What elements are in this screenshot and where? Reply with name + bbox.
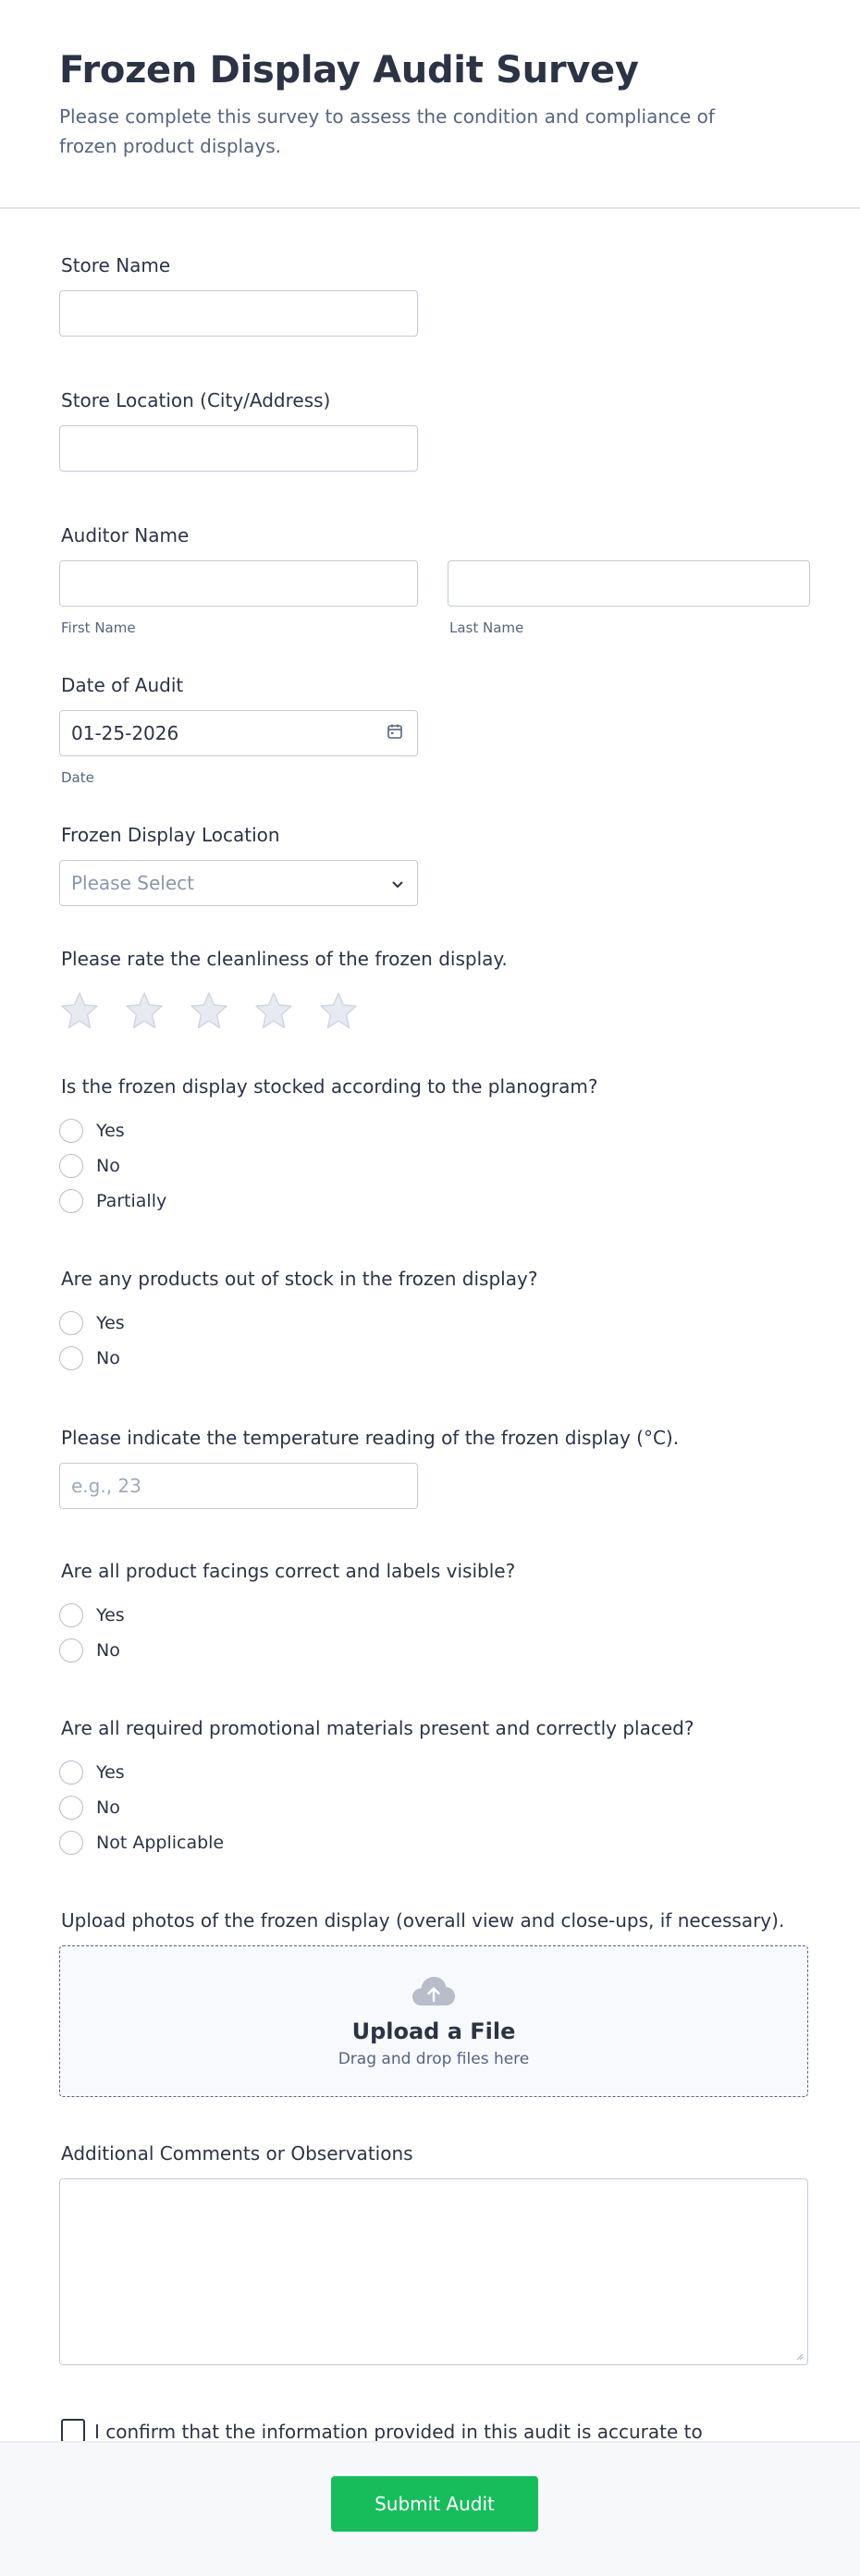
- upload-title: Upload a File: [351, 2018, 516, 2044]
- resize-handle-icon[interactable]: [794, 2351, 804, 2361]
- out-of-stock-field: Are any products out of stock in the fro…: [59, 1267, 801, 1376]
- radio-button[interactable]: [59, 1760, 83, 1785]
- upload-subtitle: Drag and drop files here: [338, 2050, 530, 2068]
- upload-label: Upload photos of the frozen display (ove…: [61, 1909, 785, 1932]
- radio-option[interactable]: Partially: [59, 1184, 801, 1219]
- radio-button[interactable]: [59, 1311, 83, 1335]
- auditor-name-field: Auditor Name First Name Last Name: [59, 523, 810, 636]
- store-location-input[interactable]: [59, 425, 418, 472]
- radio-option[interactable]: Yes: [59, 1598, 801, 1633]
- display-location-field: Frozen Display Location Please Select: [59, 823, 801, 906]
- page-title: Frozen Display Audit Survey: [59, 49, 639, 92]
- star-icon[interactable]: [253, 991, 294, 1030]
- radio-option[interactable]: Not Applicable: [59, 1825, 801, 1860]
- radio-label: Not Applicable: [96, 1833, 225, 1853]
- form-header: Frozen Display Audit Survey Please compl…: [0, 0, 860, 209]
- radio-option[interactable]: No: [59, 1148, 801, 1184]
- temperature-label: Please indicate the temperature reading …: [61, 1427, 680, 1449]
- comments-field: Additional Comments or Observations: [59, 2141, 808, 2365]
- radio-option[interactable]: No: [59, 1633, 801, 1668]
- radio-label: Yes: [96, 1313, 125, 1333]
- submit-button[interactable]: Submit Audit: [331, 2476, 538, 2532]
- radio-label: No: [96, 1348, 120, 1368]
- comments-textarea[interactable]: [59, 2178, 808, 2365]
- radio-label: Yes: [96, 1121, 125, 1141]
- confirm-checkbox[interactable]: [61, 2419, 85, 2443]
- display-location-label: Frozen Display Location: [61, 824, 280, 846]
- radio-label: Yes: [96, 1605, 125, 1625]
- calendar-icon[interactable]: [386, 722, 404, 745]
- out-of-stock-label: Are any products out of stock in the fro…: [61, 1268, 538, 1290]
- facings-label: Are all product facings correct and labe…: [61, 1560, 516, 1582]
- radio-button[interactable]: [59, 1796, 83, 1820]
- date-label: Date of Audit: [61, 674, 184, 696]
- planogram-label: Is the frozen display stocked according …: [61, 1075, 598, 1098]
- radio-button[interactable]: [59, 1638, 83, 1662]
- facings-field: Are all product facings correct and labe…: [59, 1559, 801, 1668]
- star-icon[interactable]: [318, 991, 359, 1030]
- last-name-input[interactable]: [448, 560, 810, 607]
- auditor-name-label: Auditor Name: [61, 524, 190, 546]
- radio-label: Yes: [96, 1762, 125, 1783]
- temperature-input[interactable]: e.g., 23: [59, 1463, 418, 1509]
- store-location-field: Store Location (City/Address): [59, 388, 801, 472]
- planogram-field: Is the frozen display stocked according …: [59, 1074, 801, 1219]
- star-icon[interactable]: [124, 991, 165, 1030]
- radio-option[interactable]: No: [59, 1790, 801, 1825]
- file-dropzone[interactable]: Upload a File Drag and drop files here: [59, 1945, 808, 2097]
- date-of-audit-field: Date of Audit 01-25-2026 Date: [59, 673, 801, 786]
- radio-button[interactable]: [59, 1603, 83, 1627]
- form-footer: Submit Audit: [0, 2441, 860, 2576]
- radio-button[interactable]: [59, 1154, 83, 1178]
- radio-label: No: [96, 1156, 120, 1176]
- radio-label: No: [96, 1797, 120, 1818]
- temperature-field: Please indicate the temperature reading …: [59, 1426, 801, 1509]
- cloud-upload-icon: [411, 1974, 457, 2011]
- first-name-input[interactable]: [59, 560, 418, 607]
- radio-label: Partially: [96, 1191, 167, 1211]
- radio-button[interactable]: [59, 1346, 83, 1370]
- cleanliness-label: Please rate the cleanliness of the froze…: [61, 948, 508, 970]
- store-location-label: Store Location (City/Address): [61, 389, 331, 411]
- date-input[interactable]: 01-25-2026: [59, 710, 418, 756]
- radio-option[interactable]: Yes: [59, 1755, 801, 1790]
- audit-form: Store Name Store Location (City/Address)…: [0, 253, 860, 2471]
- chevron-down-icon: [391, 872, 404, 894]
- radio-button[interactable]: [59, 1119, 83, 1143]
- date-value: 01-25-2026: [71, 722, 179, 744]
- star-icon[interactable]: [59, 991, 100, 1030]
- store-name-label: Store Name: [61, 254, 171, 276]
- first-name-sublabel: First Name: [61, 619, 136, 636]
- star-rating: [59, 991, 801, 1030]
- comments-label: Additional Comments or Observations: [61, 2142, 413, 2165]
- last-name-sublabel: Last Name: [449, 619, 524, 636]
- promo-label: Are all required promotional materials p…: [61, 1717, 694, 1739]
- store-name-field: Store Name: [59, 253, 801, 337]
- display-location-selected: Please Select: [71, 872, 194, 894]
- radio-label: No: [96, 1640, 120, 1661]
- promo-materials-field: Are all required promotional materials p…: [59, 1716, 801, 1860]
- temperature-placeholder: e.g., 23: [71, 1475, 141, 1497]
- store-name-input[interactable]: [59, 290, 418, 337]
- page-description: Please complete this survey to assess th…: [59, 105, 715, 157]
- display-location-select[interactable]: Please Select: [59, 860, 418, 906]
- cleanliness-rating-field: Please rate the cleanliness of the froze…: [59, 947, 801, 1030]
- star-icon[interactable]: [189, 991, 229, 1030]
- radio-option[interactable]: Yes: [59, 1306, 801, 1341]
- upload-field: Upload photos of the frozen display (ove…: [59, 1908, 808, 2097]
- radio-option[interactable]: Yes: [59, 1113, 801, 1148]
- radio-button[interactable]: [59, 1189, 83, 1213]
- date-sublabel: Date: [61, 769, 94, 786]
- radio-button[interactable]: [59, 1831, 83, 1855]
- radio-option[interactable]: No: [59, 1341, 801, 1376]
